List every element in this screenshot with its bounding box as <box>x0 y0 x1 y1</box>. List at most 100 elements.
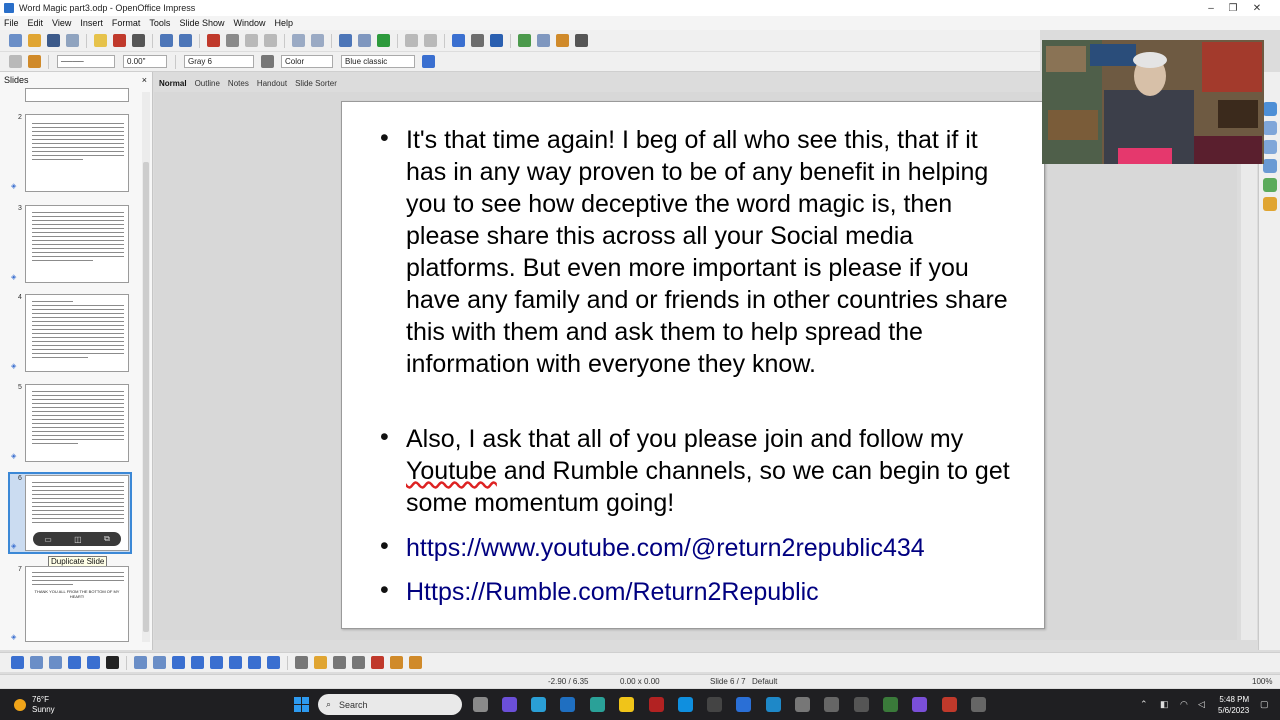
menu-tools[interactable]: Tools <box>149 18 170 28</box>
slide-thumbnail-3[interactable] <box>25 205 129 283</box>
camera-icon[interactable] <box>824 697 839 712</box>
menu-view[interactable]: View <box>52 18 71 28</box>
menu-edit[interactable]: Edit <box>28 18 44 28</box>
arrow-style-icon[interactable] <box>28 55 41 68</box>
chart-icon[interactable] <box>339 34 352 47</box>
network-icon[interactable]: ◧ <box>1160 699 1169 710</box>
slide-thumbnail-5[interactable] <box>25 384 129 462</box>
slide-thumbnail-1[interactable] <box>25 88 129 102</box>
tab-notes[interactable]: Notes <box>228 79 249 88</box>
zoom-icon[interactable] <box>471 34 484 47</box>
line-arrow-icon[interactable] <box>49 656 62 669</box>
settings-icon[interactable] <box>707 697 722 712</box>
paste-icon[interactable] <box>245 34 258 47</box>
redo-icon[interactable] <box>311 34 324 47</box>
video-editor-icon[interactable] <box>912 697 927 712</box>
arrange-icon[interactable] <box>409 656 422 669</box>
menu-slide-show[interactable]: Slide Show <box>179 18 224 28</box>
table-icon[interactable] <box>358 34 371 47</box>
line-style-dropdown[interactable]: ──── <box>57 55 115 68</box>
zoom-app-icon[interactable] <box>736 697 751 712</box>
wifi-icon[interactable]: ◠ <box>1180 699 1188 710</box>
gallery-icon[interactable] <box>1262 197 1277 211</box>
points-icon[interactable] <box>295 656 308 669</box>
volume-icon[interactable]: ◁ <box>1198 699 1205 710</box>
app-icon[interactable] <box>590 697 605 712</box>
weather-widget[interactable]: 76°F Sunny <box>14 695 55 715</box>
menu-format[interactable]: Format <box>112 18 141 28</box>
slide-paragraph-1[interactable]: It's that time again! I beg of all who s… <box>406 124 1016 380</box>
slide-icon[interactable] <box>518 34 531 47</box>
block-arrows-icon[interactable] <box>210 656 223 669</box>
export-pdf-icon[interactable] <box>113 34 126 47</box>
system-clock[interactable]: 5:48 PM 5/6/2023 <box>1218 694 1249 716</box>
workspace-scrollbar[interactable] <box>1241 92 1257 640</box>
toolbar-overflow-icon[interactable] <box>575 34 588 47</box>
terminal-icon[interactable] <box>883 697 898 712</box>
save-icon[interactable] <box>47 34 60 47</box>
slide-transition-icon[interactable] <box>1262 178 1277 192</box>
callouts-icon[interactable] <box>248 656 261 669</box>
curve-icon[interactable] <box>134 656 147 669</box>
close-button[interactable]: ✕ <box>1234 0 1280 16</box>
hyperlink-icon[interactable] <box>377 34 390 47</box>
custom-animation-icon[interactable] <box>1262 159 1277 173</box>
youtube-link[interactable]: https://www.youtube.com/@return2republic… <box>406 532 1016 564</box>
text-icon[interactable] <box>106 656 119 669</box>
area-icon[interactable] <box>261 55 274 68</box>
teams-icon[interactable] <box>502 697 517 712</box>
task-view-icon[interactable] <box>473 697 488 712</box>
tab-slide-sorter[interactable]: Slide Sorter <box>295 79 337 88</box>
line-icon[interactable] <box>30 656 43 669</box>
line-width-field[interactable]: 0.00" <box>123 55 167 68</box>
open-folder-icon[interactable] <box>28 34 41 47</box>
slide-canvas[interactable]: • It's that time again! I beg of all who… <box>341 101 1045 629</box>
cut-icon[interactable] <box>207 34 220 47</box>
slide-thumbnail-7[interactable]: THANK YOU ALL FROM THE BOTTOM OF MY HEAR… <box>25 566 129 642</box>
email-icon[interactable] <box>66 34 79 47</box>
from-file-icon[interactable] <box>333 656 346 669</box>
gallery-icon[interactable] <box>352 656 365 669</box>
ellipse-icon[interactable] <box>87 656 100 669</box>
media-player-icon[interactable] <box>854 697 869 712</box>
gear-icon[interactable] <box>971 697 986 712</box>
area-style-dropdown[interactable]: Color <box>281 55 333 68</box>
openoffice-icon[interactable] <box>766 697 781 712</box>
extrusion-icon[interactable] <box>371 656 384 669</box>
shadow-icon[interactable] <box>422 55 435 68</box>
chevron-up-icon[interactable]: ⌃ <box>1140 699 1148 710</box>
clone-format-icon[interactable] <box>264 34 277 47</box>
flowchart-icon[interactable] <box>229 656 242 669</box>
line-color-dropdown[interactable]: Gray 6 <box>184 55 254 68</box>
help-icon[interactable] <box>490 34 503 47</box>
area-fill-dropdown[interactable]: Blue classic <box>341 55 415 68</box>
duplicate-slide-icon[interactable]: ⧉ <box>104 534 110 544</box>
zoom-level[interactable]: 100% <box>1252 677 1272 686</box>
symbol-shapes-icon[interactable] <box>191 656 204 669</box>
calculator-icon[interactable] <box>795 697 810 712</box>
hide-slide-icon[interactable]: ◫ <box>74 535 82 544</box>
shield-icon[interactable] <box>649 697 664 712</box>
spellcheck-icon[interactable] <box>160 34 173 47</box>
undo-icon[interactable] <box>292 34 305 47</box>
start-button[interactable] <box>294 697 309 712</box>
select-arrow-icon[interactable] <box>11 656 24 669</box>
edit-file-icon[interactable] <box>94 34 107 47</box>
copy-icon[interactable] <box>226 34 239 47</box>
notification-icon[interactable]: ▢ <box>1260 699 1269 710</box>
tab-outline[interactable]: Outline <box>195 79 220 88</box>
tab-handout[interactable]: Handout <box>257 79 287 88</box>
taskbar-search[interactable]: ⌕ Search <box>318 694 462 715</box>
connector-icon[interactable] <box>153 656 166 669</box>
slide-paragraph-2[interactable]: Also, I ask that all of you please join … <box>406 423 1016 519</box>
master-pages-icon[interactable] <box>1262 121 1277 135</box>
stars-icon[interactable] <box>267 656 280 669</box>
rectangle-icon[interactable] <box>68 656 81 669</box>
slide-show-icon[interactable] <box>556 34 569 47</box>
menu-help[interactable]: Help <box>274 18 293 28</box>
file-explorer-icon[interactable] <box>619 697 634 712</box>
slide-thumbnail-4[interactable] <box>25 294 129 372</box>
fontwork-icon[interactable] <box>314 656 327 669</box>
skype-icon[interactable] <box>531 697 546 712</box>
layouts-icon[interactable] <box>1262 140 1277 154</box>
